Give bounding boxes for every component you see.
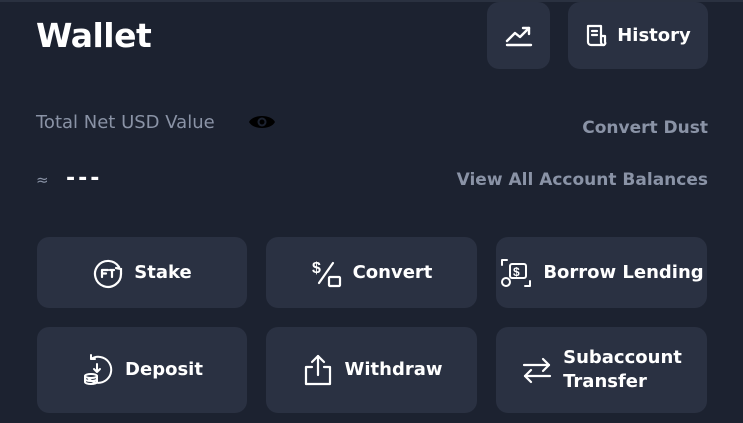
- subaccount-label-line1: Subaccount: [563, 347, 682, 368]
- view-all-balances-link[interactable]: View All Account Balances: [457, 170, 708, 190]
- withdraw-icon: [304, 354, 331, 386]
- chart-button[interactable]: [487, 2, 550, 69]
- withdraw-button[interactable]: Withdraw: [266, 327, 477, 413]
- subaccount-label-line2: Transfer: [563, 371, 647, 392]
- trending-up-icon: [505, 26, 532, 46]
- approx-symbol: ≈: [36, 171, 49, 189]
- withdraw-label: Withdraw: [344, 359, 443, 380]
- deposit-label: Deposit: [125, 359, 203, 380]
- wallet-page: Wallet History Total Net USD Value Conve…: [0, 0, 743, 423]
- borrow-lending-label: Borrow Lending: [543, 261, 704, 283]
- stake-icon: [94, 259, 123, 288]
- transfer-icon: [523, 357, 552, 384]
- convert-label: Convert: [352, 261, 433, 283]
- convert-icon: $: [312, 260, 341, 287]
- stake-button[interactable]: Stake: [37, 237, 247, 308]
- subaccount-transfer-label: Subaccount Transfer: [563, 346, 682, 394]
- subaccount-transfer-button[interactable]: Subaccount Transfer: [496, 327, 707, 413]
- eye-icon[interactable]: [248, 110, 276, 134]
- deposit-button[interactable]: Deposit: [37, 327, 247, 413]
- convert-button[interactable]: $ Convert: [266, 237, 477, 308]
- receipt-icon: [587, 24, 607, 46]
- total-net-label: Total Net USD Value: [36, 112, 215, 133]
- history-label: History: [617, 25, 691, 46]
- page-title: Wallet: [36, 16, 152, 55]
- convert-dust-link[interactable]: Convert Dust: [582, 118, 708, 138]
- borrow-lending-button[interactable]: $ Borrow Lending: [496, 237, 707, 308]
- svg-text:$: $: [513, 265, 520, 279]
- stake-label: Stake: [134, 261, 192, 283]
- net-value: ---: [66, 166, 103, 191]
- deposit-icon: [84, 354, 113, 385]
- svg-text:$: $: [312, 260, 321, 277]
- history-button[interactable]: History: [568, 2, 708, 69]
- borrow-lending-icon: $: [501, 258, 532, 287]
